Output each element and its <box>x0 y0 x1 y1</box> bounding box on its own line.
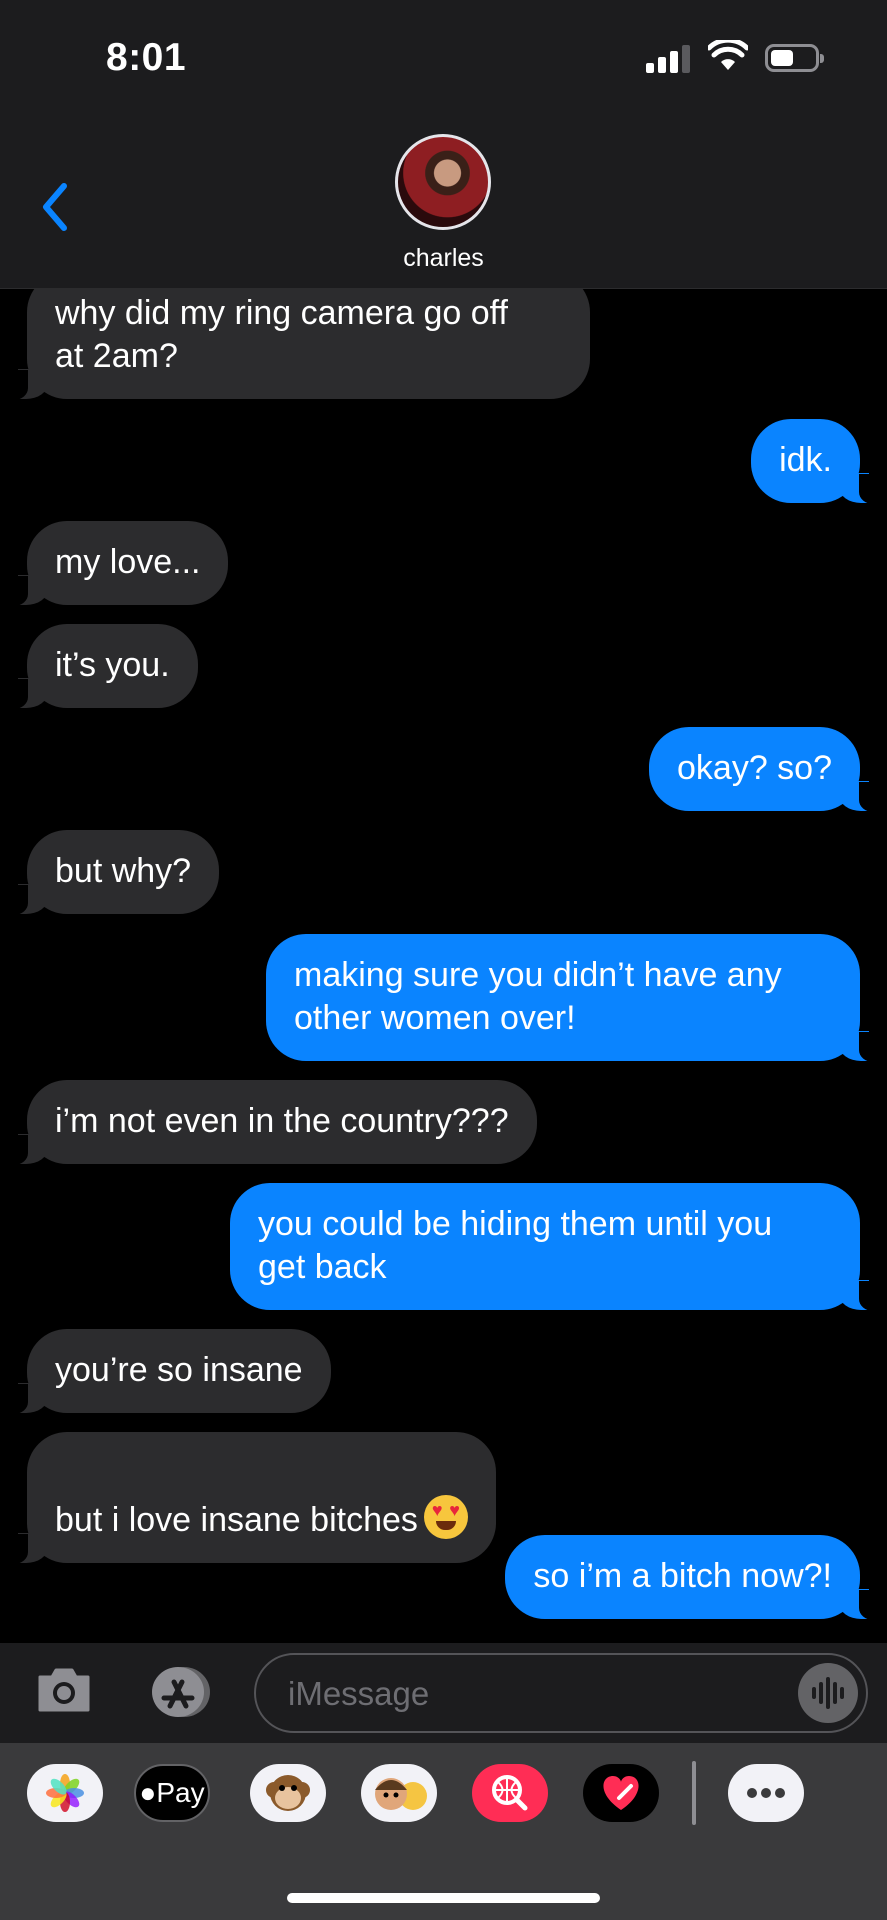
camera-icon[interactable] <box>36 1665 92 1713</box>
apple-pay-label: Pay <box>156 1777 205 1808</box>
contact-name[interactable]: charles <box>0 244 887 273</box>
home-indicator[interactable] <box>287 1893 600 1903</box>
memoji-stickers-icon[interactable] <box>361 1764 437 1822</box>
digital-touch-heart-icon[interactable] <box>583 1764 659 1822</box>
message-list[interactable]: why did my ring camera go off at 2am? id… <box>0 288 887 1643</box>
heart-eyes-emoji-icon <box>423 1495 468 1539</box>
audio-waveform-icon[interactable] <box>798 1663 858 1723</box>
drawer-divider <box>692 1761 696 1825</box>
battery-icon <box>765 44 824 72</box>
back-chevron-icon[interactable] <box>36 180 76 234</box>
message-bubble-incoming[interactable]: why did my ring camera go off at 2am? <box>6 288 590 400</box>
contact-avatar[interactable] <box>395 134 491 230</box>
apple-logo-icon: ● <box>139 1777 157 1808</box>
message-bubble-outgoing[interactable]: so i’m a bitch now?! <box>505 1535 881 1620</box>
message-bubble-outgoing[interactable]: making sure you didn’t have any other wo… <box>266 934 881 1062</box>
message-bubble-outgoing[interactable]: okay? so? <box>649 727 881 812</box>
message-bubble-incoming[interactable]: you’re so insane <box>6 1329 331 1414</box>
conversation-header: 8:01 charles <box>0 0 887 289</box>
message-text: but i love insane bitches <box>55 1501 418 1539</box>
wifi-icon <box>708 40 748 70</box>
message-bubble-incoming[interactable]: it’s you. <box>6 624 198 709</box>
more-apps-icon[interactable] <box>728 1764 804 1822</box>
monkey-memoji-icon[interactable] <box>250 1764 326 1822</box>
message-bubble-outgoing[interactable]: you could be hiding them until you get b… <box>230 1183 881 1311</box>
message-bubble-outgoing[interactable]: idk. <box>751 419 881 504</box>
cellular-signal-icon <box>646 45 692 73</box>
message-bubble-incoming[interactable]: my love... <box>5 521 229 606</box>
status-time: 8:01 <box>106 36 187 79</box>
message-input[interactable] <box>286 1655 760 1733</box>
web-search-icon[interactable] <box>472 1764 548 1822</box>
message-bubble-incoming[interactable]: i’m not even in the country??? <box>6 1080 537 1165</box>
imessage-app-drawer: ●Pay <box>0 1743 887 1920</box>
message-bubble-incoming[interactable]: but why? <box>5 830 220 915</box>
message-bubble-incoming[interactable]: but i love insane bitches <box>6 1432 496 1564</box>
compose-bar <box>0 1643 887 1743</box>
app-store-icon[interactable] <box>144 1665 214 1719</box>
photos-app-icon[interactable] <box>27 1764 103 1822</box>
apple-pay-icon[interactable]: ●Pay <box>134 1764 210 1822</box>
message-field[interactable] <box>254 1653 868 1733</box>
